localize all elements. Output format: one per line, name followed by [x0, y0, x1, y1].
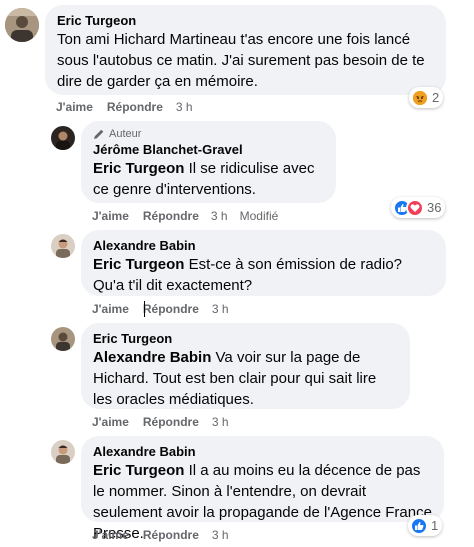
- reply-button[interactable]: Répondre: [143, 415, 199, 429]
- comment-author[interactable]: Jérôme Blanchet-Gravel: [93, 142, 324, 158]
- comment-text: Eric Turgeon Il se ridiculise avec ce ge…: [93, 160, 315, 198]
- love-icon: [406, 198, 424, 217]
- reply-button[interactable]: Répondre: [143, 209, 199, 223]
- comment-actions: J'aime Répondre 3 h: [92, 528, 229, 542]
- reply-button[interactable]: Répondre: [107, 100, 163, 114]
- mention-link[interactable]: Eric Turgeon: [93, 256, 184, 273]
- reply-button[interactable]: Répondre: [143, 528, 199, 542]
- like-button[interactable]: J'aime: [92, 302, 129, 316]
- pencil-icon: [94, 129, 104, 139]
- avatar[interactable]: [51, 440, 75, 464]
- timestamp[interactable]: 3 h: [176, 100, 193, 114]
- mention-link[interactable]: Eric Turgeon: [93, 160, 184, 177]
- avatar[interactable]: [51, 234, 75, 258]
- comment-text: Ton ami Hichard Martineau t'as encore un…: [57, 31, 425, 90]
- comment-bubble: Eric Turgeon Ton ami Hichard Martineau t…: [45, 5, 446, 95]
- timestamp[interactable]: 3 h: [211, 209, 228, 223]
- reaction-summary[interactable]: 1: [408, 515, 443, 536]
- like-button[interactable]: J'aime: [92, 415, 129, 429]
- reply-button[interactable]: Répondre: [143, 302, 199, 316]
- avatar[interactable]: [51, 126, 75, 150]
- like-button[interactable]: J'aime: [56, 100, 93, 114]
- comment-text: Eric Turgeon Est-ce à son émission de ra…: [93, 256, 403, 294]
- author-badge: Auteur: [93, 127, 324, 141]
- angry-emoji-icon: [411, 88, 429, 107]
- reaction-count: 2: [432, 90, 440, 105]
- comment-text: Alexandre Babin Va voir sur la page de H…: [93, 349, 377, 408]
- comment-bubble: Auteur Jérôme Blanchet-Gravel Eric Turge…: [81, 121, 336, 203]
- text-cursor: [144, 301, 145, 317]
- comment-author[interactable]: Alexandre Babin: [93, 444, 432, 460]
- comment-author[interactable]: Eric Turgeon: [57, 13, 434, 29]
- comment-actions: J'aime Répondre 3 h: [92, 302, 229, 316]
- badge-label: Auteur: [109, 128, 142, 140]
- comment-actions: J'aime Répondre 3 h: [56, 100, 193, 114]
- comment-bubble: Alexandre Babin Eric Turgeon Il a au moi…: [81, 436, 444, 542]
- like-icon: [410, 516, 428, 535]
- comment-author[interactable]: Eric Turgeon: [93, 331, 398, 347]
- reaction-count: 36: [427, 200, 442, 215]
- like-button[interactable]: J'aime: [92, 528, 129, 542]
- timestamp[interactable]: 3 h: [212, 302, 229, 316]
- mention-link[interactable]: Eric Turgeon: [93, 462, 184, 479]
- reaction-summary[interactable]: 36: [391, 197, 446, 218]
- timestamp[interactable]: 3 h: [212, 528, 229, 542]
- timestamp[interactable]: 3 h: [212, 415, 229, 429]
- comment-bubble: Eric Turgeon Alexandre Babin Va voir sur…: [81, 323, 410, 409]
- mention-link[interactable]: Alexandre Babin: [93, 349, 211, 366]
- like-button[interactable]: J'aime: [92, 209, 129, 223]
- reaction-count: 1: [431, 518, 439, 533]
- comment-bubble: Alexandre Babin Eric Turgeon Est-ce à so…: [81, 230, 446, 296]
- avatar[interactable]: [51, 327, 75, 351]
- comment-actions: J'aime Répondre 3 h: [92, 415, 229, 429]
- reaction-summary[interactable]: 2: [409, 87, 444, 108]
- edited-label: Modifié: [239, 209, 279, 223]
- comment-author[interactable]: Alexandre Babin: [93, 238, 434, 254]
- avatar[interactable]: [5, 8, 39, 42]
- comment-actions: J'aime Répondre 3 h Modifié: [92, 209, 278, 223]
